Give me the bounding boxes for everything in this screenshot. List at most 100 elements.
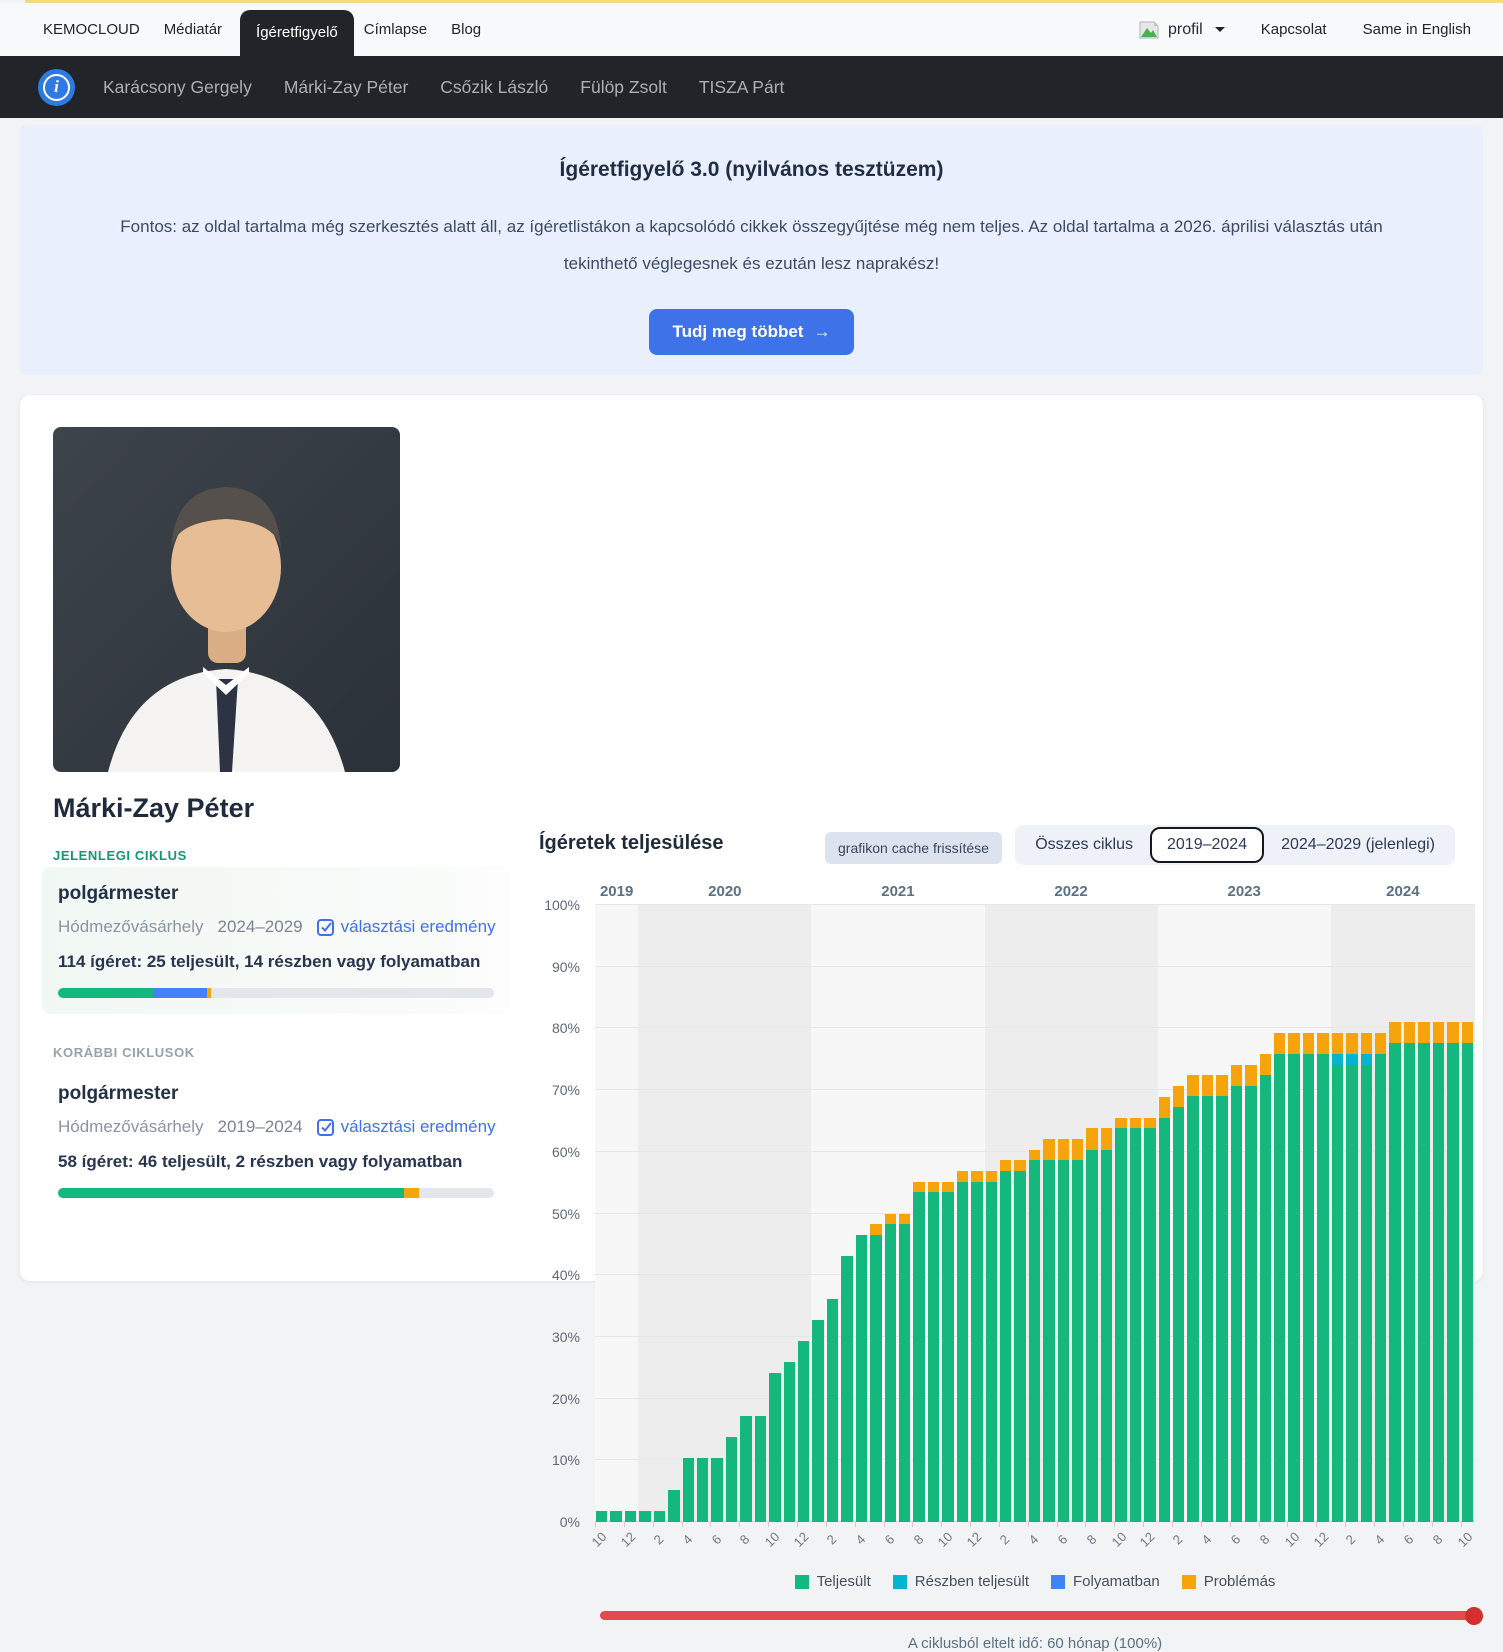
slider-handle[interactable]	[1465, 1607, 1483, 1625]
chart-bar-2023-5[interactable]	[1215, 905, 1229, 1522]
subnav-item-csőzik-lászló[interactable]: Csőzik László	[440, 77, 548, 98]
x-axis-label: 6	[1228, 1532, 1244, 1548]
chart-bar-2021-6[interactable]	[884, 905, 898, 1522]
learn-more-button[interactable]: Tudj meg többet →	[649, 309, 855, 355]
chart-bar-2020-4[interactable]	[682, 905, 696, 1522]
chart-bar-2021-1[interactable]	[811, 905, 825, 1522]
chart-bar-2023-4[interactable]	[1201, 905, 1215, 1522]
chart-bar-2020-1[interactable]	[638, 905, 652, 1522]
topnav-item-kapcsolat[interactable]: Kapcsolat	[1261, 21, 1327, 38]
topnav-item-blog[interactable]: Blog	[451, 21, 481, 38]
year-label-2021: 2021	[881, 883, 914, 900]
chart-bar-2020-12[interactable]	[797, 905, 811, 1522]
chart-bar-2023-3[interactable]	[1186, 905, 1200, 1522]
profile-menu[interactable]: profil	[1138, 21, 1225, 39]
chart-bar-2024-6[interactable]	[1403, 905, 1417, 1522]
chart-bar-2020-6[interactable]	[710, 905, 724, 1522]
topnav-item-címlapse[interactable]: Címlapse	[364, 21, 427, 38]
chart-bar-2022-6[interactable]	[1057, 905, 1071, 1522]
chart-bar-2020-3[interactable]	[667, 905, 681, 1522]
chart-bar-2022-4[interactable]	[1028, 905, 1042, 1522]
chart-bar-2022-9[interactable]	[1100, 905, 1114, 1522]
x-axis-label: 4	[1372, 1532, 1388, 1548]
chart-bar-2021-10[interactable]	[941, 905, 955, 1522]
chart-bar-2021-7[interactable]	[898, 905, 912, 1522]
refresh-cache-button[interactable]: grafikon cache frissítése	[825, 832, 1002, 864]
bar-segment	[885, 1224, 896, 1522]
chart-bar-2022-10[interactable]	[1114, 905, 1128, 1522]
chart-bar-2023-1[interactable]	[1158, 905, 1172, 1522]
topnav-item-médiatár[interactable]: Médiatár	[164, 21, 222, 38]
chart-bar-2024-9[interactable]	[1446, 905, 1460, 1522]
chart-bar-2020-2[interactable]	[653, 905, 667, 1522]
cycle-tab-2024–2029-(jelenlegi)[interactable]: 2024–2029 (jelenlegi)	[1264, 827, 1452, 863]
chart-bar-2023-12[interactable]	[1316, 905, 1330, 1522]
chart-bar-2019-11[interactable]	[609, 905, 623, 1522]
cycle-tab-Összes-ciklus[interactable]: Összes ciklus	[1018, 827, 1150, 863]
chart-bar-2020-11[interactable]	[783, 905, 797, 1522]
chart-bar-2021-8[interactable]	[912, 905, 926, 1522]
chart-bar-2021-3[interactable]	[840, 905, 854, 1522]
chart-bar-2022-12[interactable]	[1143, 905, 1157, 1522]
bar-segment	[1317, 1033, 1328, 1054]
chart-bar-2024-5[interactable]	[1388, 905, 1402, 1522]
chart-bar-2019-12[interactable]	[624, 905, 638, 1522]
legend-item-teljesult[interactable]: Teljesült	[795, 1573, 871, 1590]
subnav-item-márki-zay-péter[interactable]: Márki-Zay Péter	[284, 77, 408, 98]
cycle-tab-2019–2024[interactable]: 2019–2024	[1150, 827, 1264, 863]
chart-bar-2024-2[interactable]	[1345, 905, 1359, 1522]
topnav-item-ígéretfigyelő[interactable]: Ígéretfigyelő	[240, 10, 354, 56]
legend-item-reszben_teljesult[interactable]: Részben teljesült	[893, 1573, 1029, 1590]
election-result-link[interactable]: választási eredmény	[317, 917, 496, 937]
chart-bar-2024-4[interactable]	[1374, 905, 1388, 1522]
chart-bar-2020-10[interactable]	[768, 905, 782, 1522]
chart-bar-2022-1[interactable]	[985, 905, 999, 1522]
legend-item-folyamatban[interactable]: Folyamatban	[1051, 1573, 1160, 1590]
chart-bar-2023-6[interactable]	[1230, 905, 1244, 1522]
chart-bar-2022-11[interactable]	[1129, 905, 1143, 1522]
election-result-link[interactable]: választási eredmény	[317, 1117, 496, 1137]
chart-bar-2024-8[interactable]	[1432, 905, 1446, 1522]
chart-bar-2022-2[interactable]	[999, 905, 1013, 1522]
chart-bar-2021-5[interactable]	[869, 905, 883, 1522]
time-range-slider[interactable]	[600, 1611, 1475, 1620]
x-axis-label: 12	[1310, 1529, 1331, 1550]
chart-bar-2023-2[interactable]	[1172, 905, 1186, 1522]
chart-bar-2024-7[interactable]	[1417, 905, 1431, 1522]
chart-bar-2021-2[interactable]	[826, 905, 840, 1522]
chart-bar-2021-4[interactable]	[855, 905, 869, 1522]
chart-bar-2024-10[interactable]	[1461, 905, 1475, 1522]
chart-bar-2022-7[interactable]	[1071, 905, 1085, 1522]
subnav-item-tisza-párt[interactable]: TISZA Párt	[699, 77, 785, 98]
legend-item-problemas[interactable]: Problémás	[1182, 1573, 1276, 1590]
chart-bar-2023-8[interactable]	[1259, 905, 1273, 1522]
info-icon[interactable]: i	[38, 69, 75, 106]
bar-segment	[971, 1182, 982, 1522]
chart-bar-2021-9[interactable]	[927, 905, 941, 1522]
subnav-item-karácsony-gergely[interactable]: Karácsony Gergely	[103, 77, 252, 98]
legend-label: Részben teljesült	[915, 1573, 1029, 1590]
chart-bar-2020-5[interactable]	[696, 905, 710, 1522]
chart-bar-2023-9[interactable]	[1273, 905, 1287, 1522]
chart-bar-2020-8[interactable]	[739, 905, 753, 1522]
x-axis-tick	[1345, 1522, 1346, 1527]
chart-bar-2021-11[interactable]	[956, 905, 970, 1522]
chart-bar-2022-3[interactable]	[1013, 905, 1027, 1522]
chart-bar-2023-11[interactable]	[1302, 905, 1316, 1522]
chart-bar-2020-7[interactable]	[725, 905, 739, 1522]
language-switch-link[interactable]: Same in English	[1363, 21, 1471, 38]
bar-segment	[1418, 1022, 1429, 1043]
chart-bar-2023-7[interactable]	[1244, 905, 1258, 1522]
legend-label: Folyamatban	[1073, 1573, 1160, 1590]
x-axis-tick	[653, 1522, 654, 1527]
chart-bar-2021-12[interactable]	[970, 905, 984, 1522]
subnav-item-fülöp-zsolt[interactable]: Fülöp Zsolt	[580, 77, 667, 98]
chart-bar-2022-8[interactable]	[1085, 905, 1099, 1522]
chart-bar-2019-10[interactable]	[595, 905, 609, 1522]
chart-bar-2024-3[interactable]	[1360, 905, 1374, 1522]
chart-bar-2023-10[interactable]	[1287, 905, 1301, 1522]
chart-bar-2024-1[interactable]	[1331, 905, 1345, 1522]
brand-kemocloud[interactable]: KEMOCLOUD	[43, 21, 140, 38]
chart-bar-2020-9[interactable]	[754, 905, 768, 1522]
chart-bar-2022-5[interactable]	[1042, 905, 1056, 1522]
